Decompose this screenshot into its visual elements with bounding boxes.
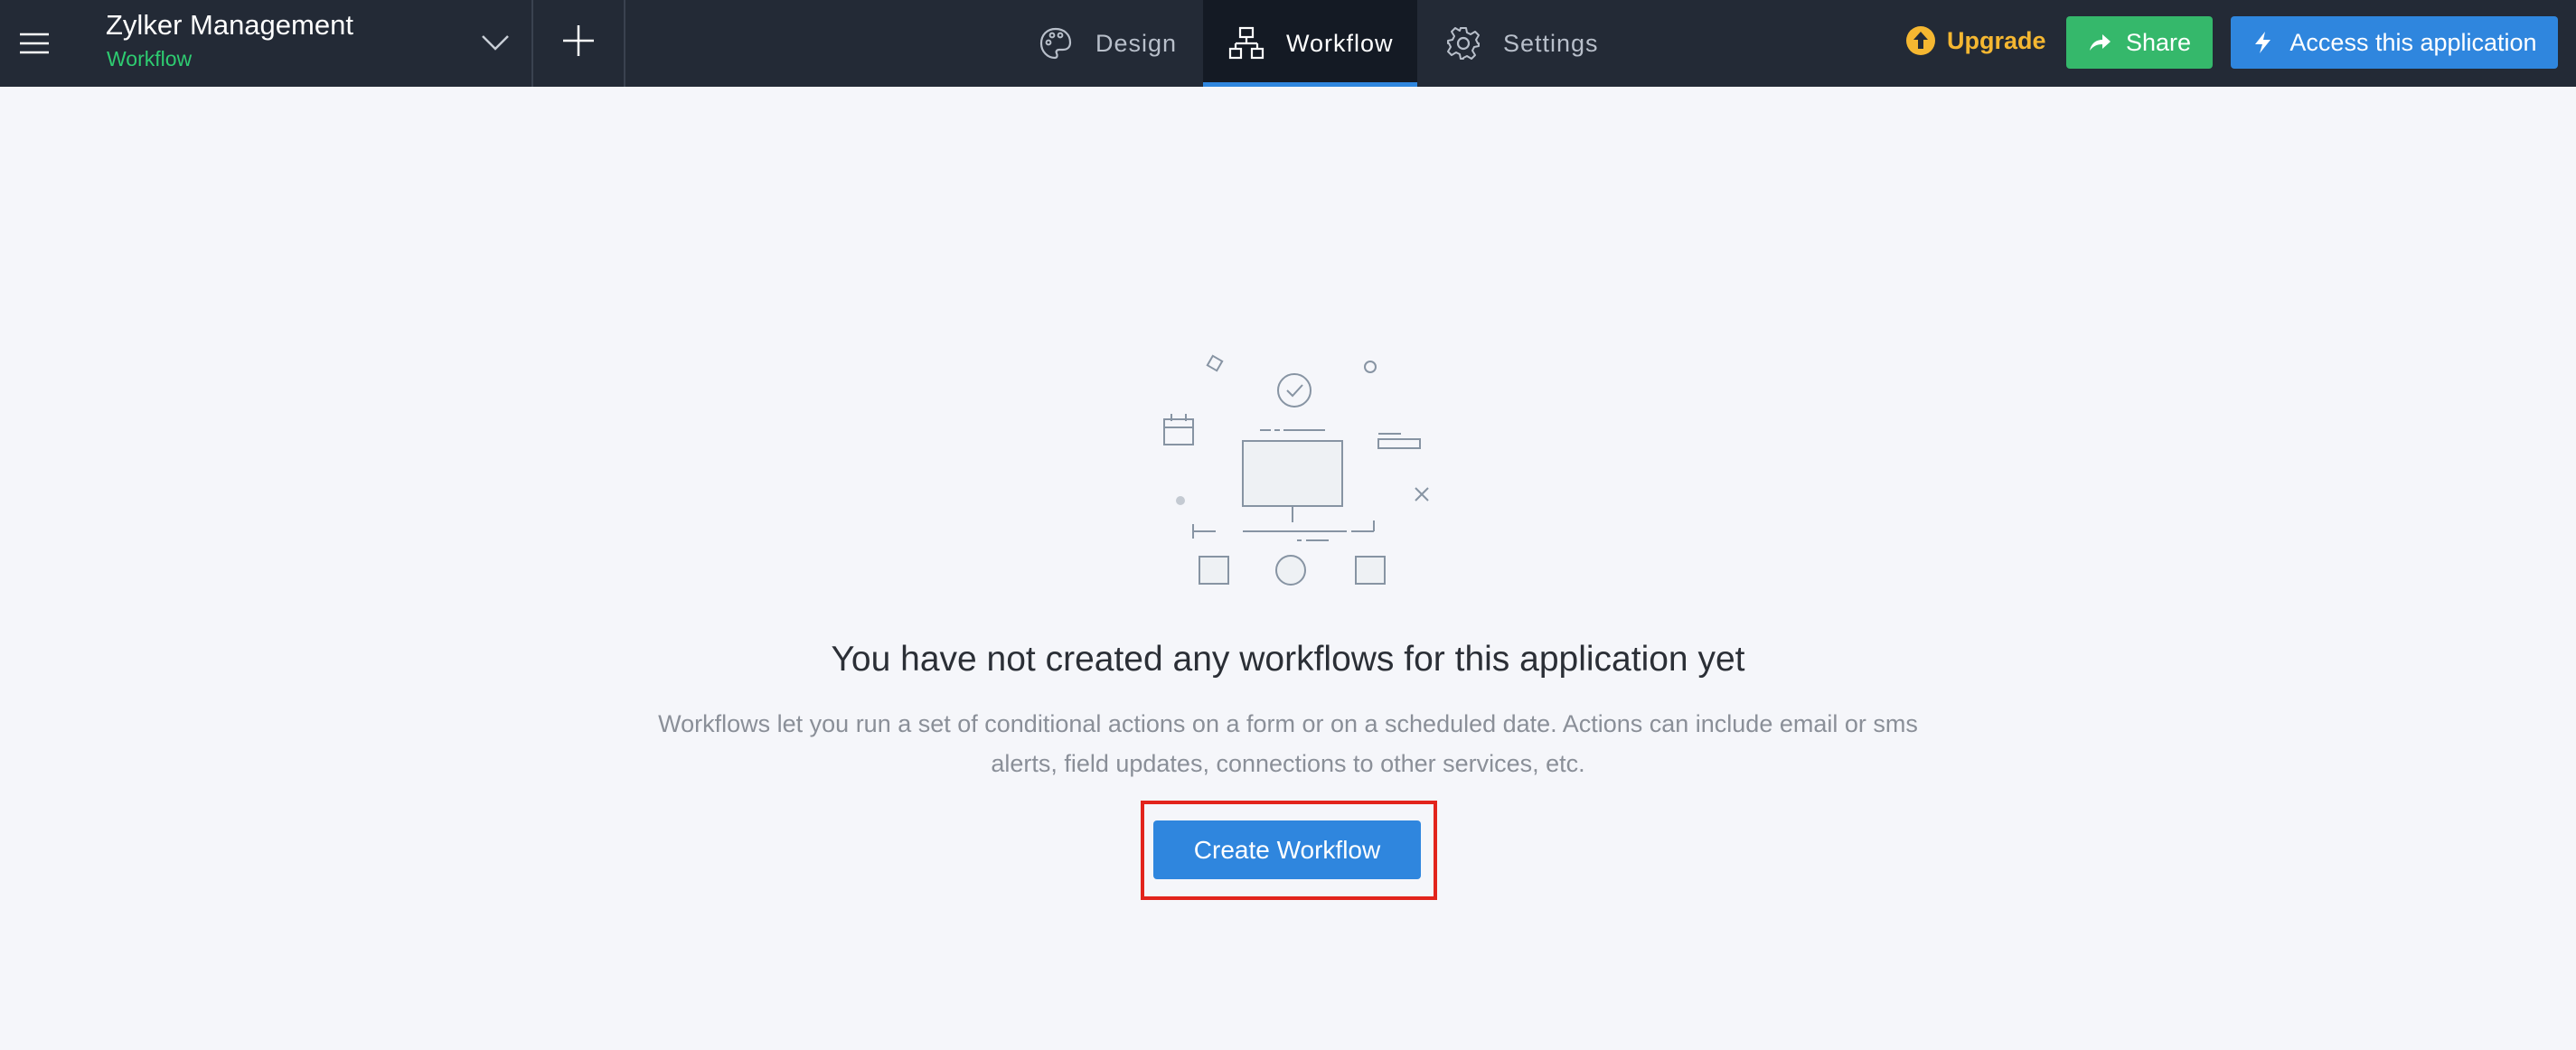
app-subtitle: Workflow — [107, 47, 193, 70]
tab-label: Design — [1095, 29, 1178, 57]
share-arrow-icon — [2088, 31, 2111, 54]
tab-label: Settings — [1503, 29, 1599, 57]
add-button[interactable] — [533, 18, 624, 63]
share-button[interactable]: Share — [2066, 16, 2213, 69]
create-workflow-button[interactable]: Create Workflow — [1153, 820, 1421, 879]
top-bar: Zylker Management Workflow Design Workfl… — [0, 0, 2576, 87]
upgrade-label: Upgrade — [1947, 26, 2046, 54]
workflow-icon — [1228, 25, 1264, 61]
tab-workflow[interactable]: Workflow — [1203, 0, 1417, 87]
empty-state-title: You have not created any workflows for t… — [831, 640, 1745, 679]
share-label: Share — [2125, 28, 2192, 56]
arrow-up-circle-icon — [1905, 25, 1936, 56]
palette-icon — [1038, 25, 1074, 61]
empty-state-description: Workflows let you run a set of condition… — [658, 710, 1918, 777]
access-application-button[interactable]: Access this application — [2231, 16, 2558, 69]
tab-label: Workflow — [1286, 29, 1394, 57]
workflow-illustration — [1148, 351, 1446, 595]
gear-icon — [1445, 25, 1481, 61]
chevron-down-icon[interactable] — [477, 23, 513, 60]
hamburger-menu-icon[interactable] — [18, 27, 51, 60]
app-title: Zylker Management — [106, 9, 353, 41]
lightning-icon — [2252, 31, 2275, 54]
plus-icon — [563, 25, 594, 56]
access-label: Access this application — [2289, 28, 2537, 56]
upgrade-link[interactable]: Upgrade — [1905, 25, 2046, 56]
header-divider — [624, 0, 625, 87]
tab-design[interactable]: Design — [1012, 0, 1202, 87]
tab-settings[interactable]: Settings — [1424, 0, 1631, 87]
